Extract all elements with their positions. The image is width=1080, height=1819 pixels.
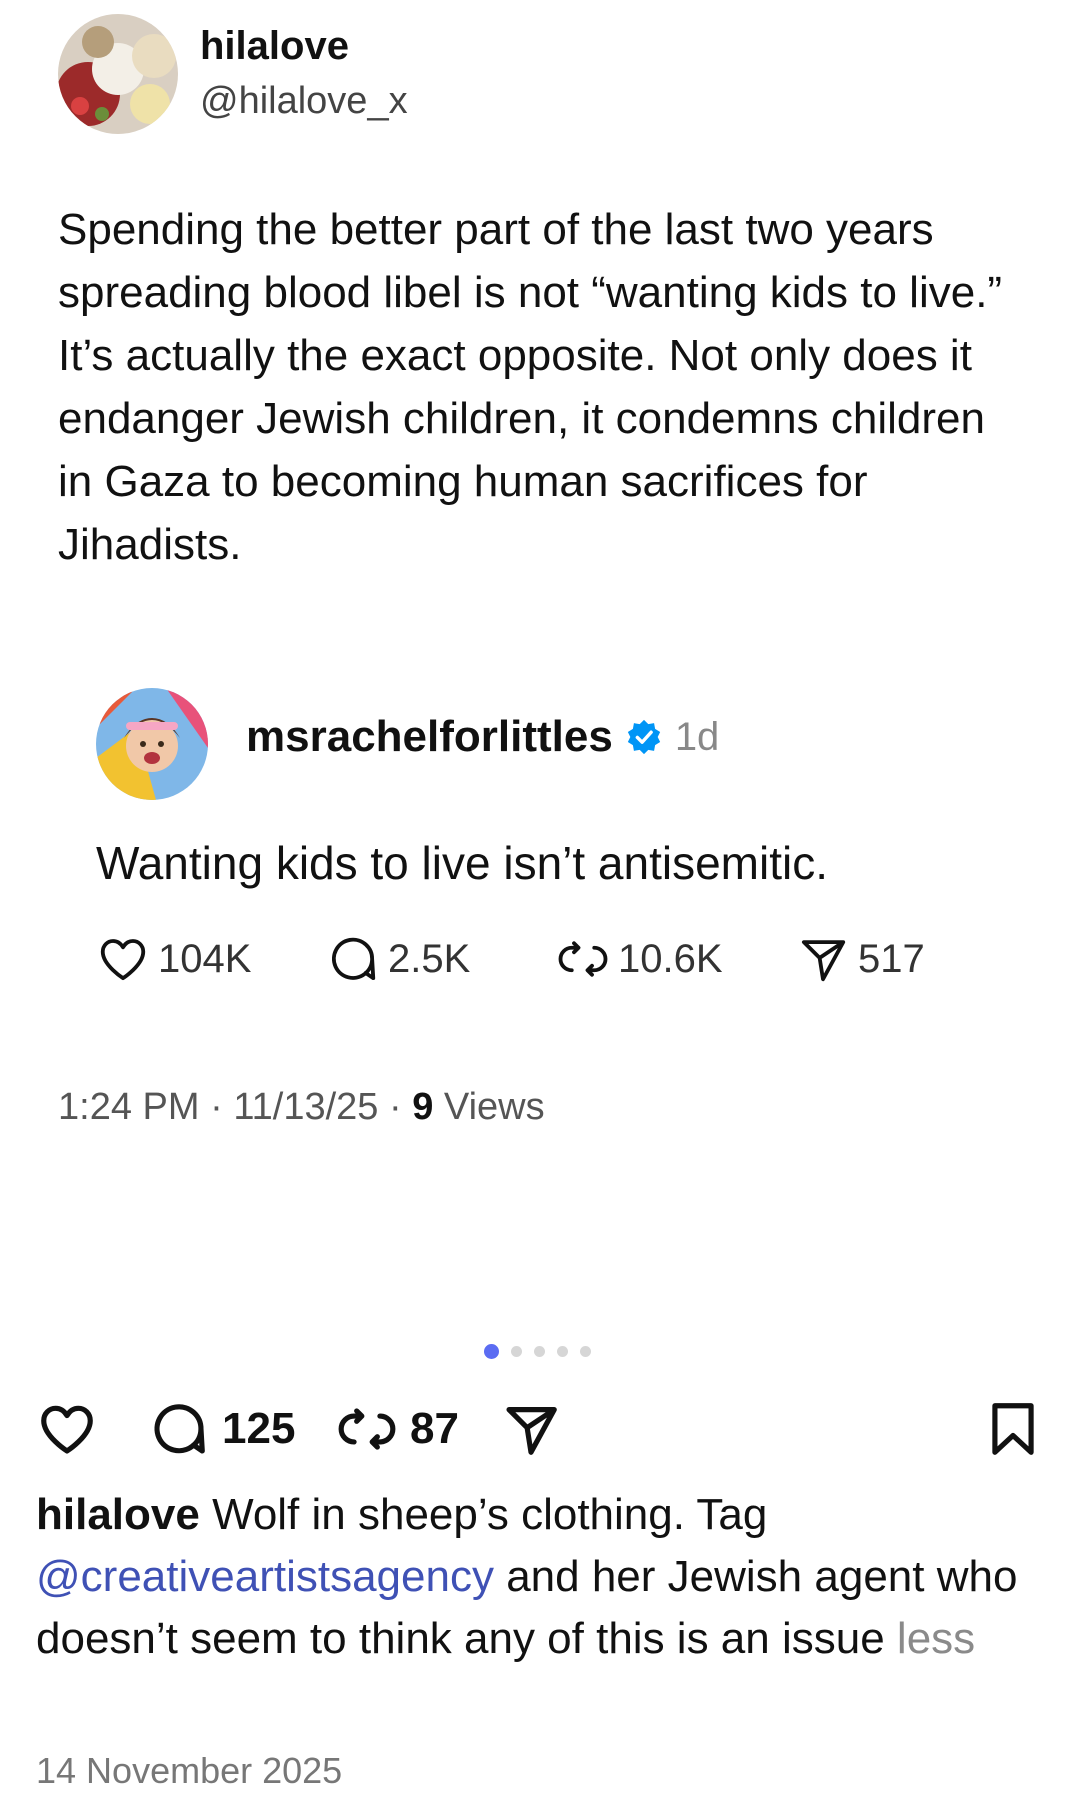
caption-less-link[interactable]: less (897, 1614, 975, 1663)
author-avatar[interactable] (58, 14, 178, 134)
quoted-repost-button[interactable]: 10.6K (556, 932, 796, 986)
heart-icon (41, 1405, 93, 1454)
post-action-bar: 125 87 (36, 1398, 1044, 1468)
repost-icon (558, 941, 608, 977)
post-date: 14 November 2025 (36, 1750, 343, 1791)
quoted-age: 1d (674, 714, 720, 759)
caption-text-1: Wolf in sheep’s clothing. Tag (212, 1490, 768, 1539)
share-icon (506, 1407, 557, 1455)
quoted-reposts-count: 10.6K (618, 936, 723, 981)
bookmark-icon (992, 1403, 1034, 1455)
quoted-author-avatar[interactable] (96, 688, 208, 800)
quoted-text: Wanting kids to live isn’t antisemitic. (96, 837, 829, 889)
tweet-date: 11/13/25 (233, 1086, 379, 1128)
comment-button[interactable]: 125 (148, 1398, 295, 1460)
quoted-reply-button[interactable]: 2.5K (326, 932, 556, 986)
tweet-time: 1:24 PM (58, 1086, 200, 1128)
share-button[interactable] (500, 1398, 562, 1460)
comment-icon (331, 937, 376, 981)
caption-username[interactable]: hilalove (36, 1490, 200, 1539)
quoted-like-button[interactable]: 104K (96, 932, 326, 986)
share-icon (801, 940, 846, 982)
tweet-text: Spending the better part of the last two… (58, 205, 1003, 569)
author-handle[interactable]: @hilalove_x (200, 80, 408, 123)
views-label: Views (443, 1086, 545, 1128)
quoted-stats: 104K 2.5K 10.6K 517 (96, 932, 925, 986)
quoted-shares-count: 517 (858, 936, 925, 981)
quoted-replies-count: 2.5K (388, 936, 471, 981)
comments-count: 125 (222, 1404, 296, 1453)
caption-mention-link[interactable]: @creativeartistsagency (36, 1552, 494, 1601)
repost-button[interactable]: 87 (336, 1398, 459, 1460)
reposts-count: 87 (410, 1404, 459, 1453)
views-count: 9 (412, 1086, 434, 1128)
like-button[interactable] (36, 1398, 98, 1460)
quoted-author-name[interactable]: msrachelforlittles (246, 712, 613, 762)
comment-icon (154, 1404, 205, 1454)
author-name[interactable]: hilalove (200, 24, 349, 69)
carousel-dot (580, 1346, 591, 1357)
carousel-dot (557, 1346, 568, 1357)
heart-icon (100, 939, 146, 981)
repost-icon (338, 1408, 396, 1450)
post-caption: hilalove Wolf in sheep’s clothing. Tag @… (36, 1484, 1036, 1670)
quoted-header: msrachelforlittles 1d (246, 712, 719, 762)
verified-icon (627, 719, 660, 755)
carousel-dot (534, 1346, 545, 1357)
quoted-share-button[interactable]: 517 (796, 932, 925, 986)
quoted-likes-count: 104K (158, 936, 252, 981)
tweet-meta: 1:24 PM · 11/13/25 · 9 Views (58, 1086, 545, 1128)
carousel-indicator[interactable] (484, 1344, 603, 1359)
carousel-dot-active (484, 1344, 499, 1359)
carousel-dot (511, 1346, 522, 1357)
bookmark-button[interactable] (982, 1398, 1044, 1460)
